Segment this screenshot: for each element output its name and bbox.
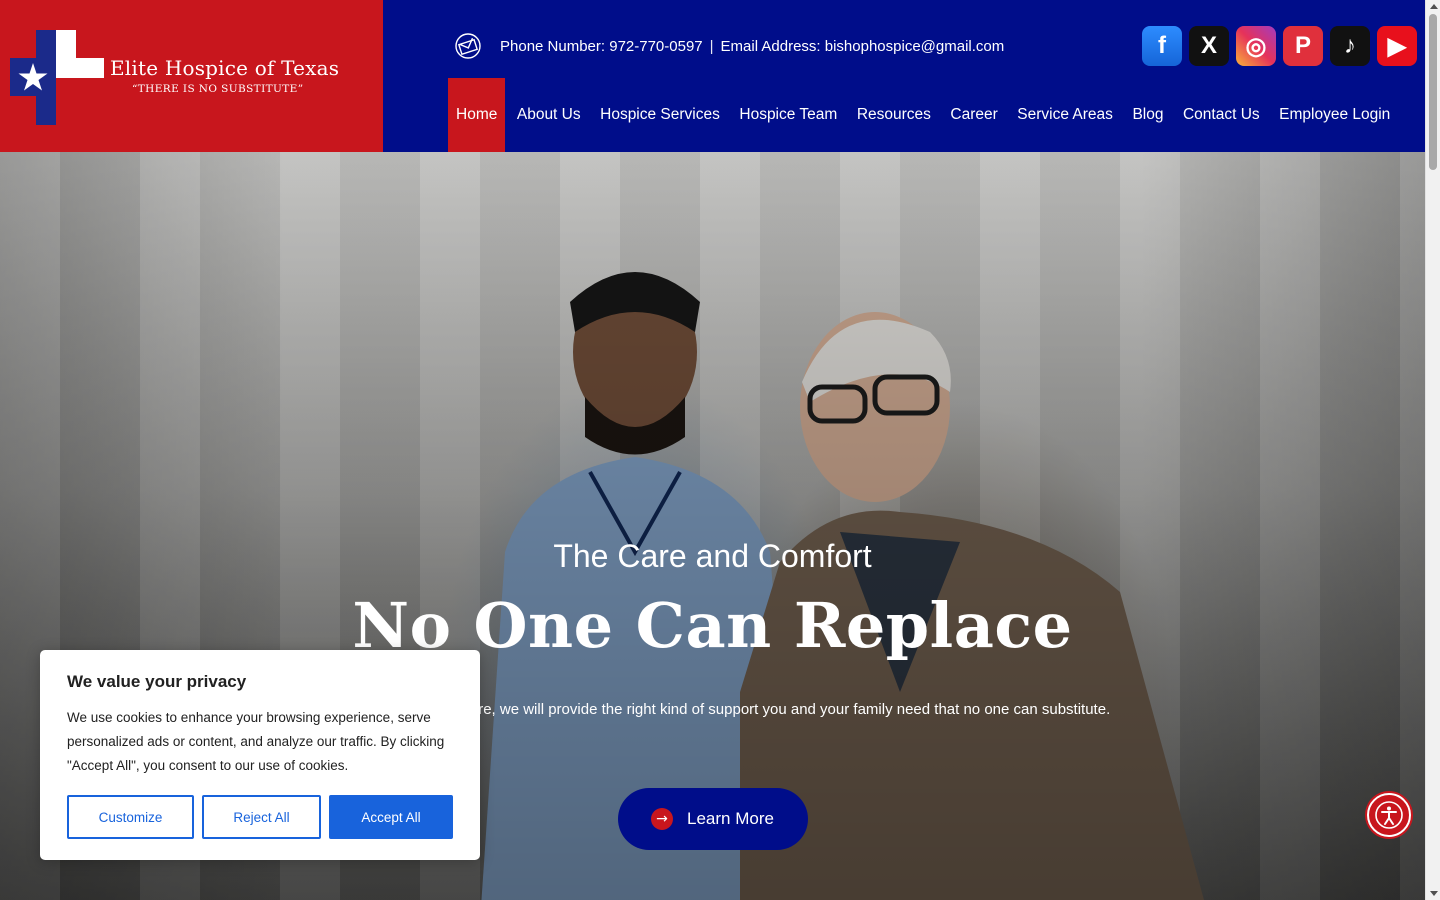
nav-hospice-team[interactable]: Hospice Team <box>731 78 845 152</box>
arrow-right-icon: → <box>651 808 673 830</box>
logo-title: Elite Hospice of Texas <box>110 56 340 80</box>
nav-service-areas[interactable]: Service Areas <box>1009 78 1121 152</box>
nav-blog[interactable]: Blog <box>1124 78 1171 152</box>
social-links: f X ◎ P ♪ ▶ <box>1142 26 1417 66</box>
cookie-title: We value your privacy <box>67 672 247 691</box>
pinterest-icon[interactable]: P <box>1283 26 1323 66</box>
scroll-down-arrow-icon[interactable] <box>1430 891 1438 896</box>
accessibility-button[interactable] <box>1367 793 1411 837</box>
cookie-text: We use cookies to enhance your browsing … <box>67 710 445 773</box>
envelope-icon <box>455 33 481 59</box>
contact-separator: | <box>709 37 714 55</box>
site-header: Elite Hospice of Texas “THERE IS NO SUBS… <box>0 0 1425 152</box>
accept-all-button[interactable]: Accept All <box>329 795 453 839</box>
phone-number[interactable]: Phone Number: 972-770-0597 <box>500 38 703 55</box>
nav-employee-login[interactable]: Employee Login <box>1271 78 1398 152</box>
texas-flag-cross-icon <box>10 30 104 125</box>
scroll-thumb[interactable] <box>1429 14 1437 170</box>
nav-career[interactable]: Career <box>942 78 1005 152</box>
email-address[interactable]: Email Address: bishophospice@gmail.com <box>721 38 1005 55</box>
scroll-up-arrow-icon[interactable] <box>1430 4 1438 9</box>
tiktok-icon[interactable]: ♪ <box>1330 26 1370 66</box>
hero-kicker: The Care and Comfort <box>553 538 872 574</box>
customize-button[interactable]: Customize <box>67 795 194 839</box>
cookie-consent-dialog: We value your privacy We use cookies to … <box>40 650 480 860</box>
accessibility-icon <box>1375 801 1403 829</box>
nav-hospice-services[interactable]: Hospice Services <box>592 78 728 152</box>
nav-contact-us[interactable]: Contact Us <box>1175 78 1268 152</box>
instagram-icon[interactable]: ◎ <box>1236 26 1276 66</box>
contact-info: Phone Number: 972-770-0597 | Email Addre… <box>454 32 1004 60</box>
main-nav: Home About Us Hospice Services Hospice T… <box>448 78 1402 152</box>
youtube-icon[interactable]: ▶ <box>1377 26 1417 66</box>
learn-more-button[interactable]: → Learn More <box>618 788 808 850</box>
logo-tagline: “THERE IS NO SUBSTITUTE” <box>132 83 304 95</box>
nav-resources[interactable]: Resources <box>849 78 939 152</box>
facebook-icon[interactable]: f <box>1142 26 1182 66</box>
learn-more-label: Learn More <box>687 809 774 828</box>
nav-home[interactable]: Home <box>448 78 506 152</box>
nav-about-us[interactable]: About Us <box>509 78 589 152</box>
page-scrollbar[interactable] <box>1425 0 1440 900</box>
logo[interactable]: Elite Hospice of Texas “THERE IS NO SUBS… <box>0 0 383 152</box>
x-icon[interactable]: X <box>1189 26 1229 66</box>
reject-all-button[interactable]: Reject All <box>202 795 321 839</box>
